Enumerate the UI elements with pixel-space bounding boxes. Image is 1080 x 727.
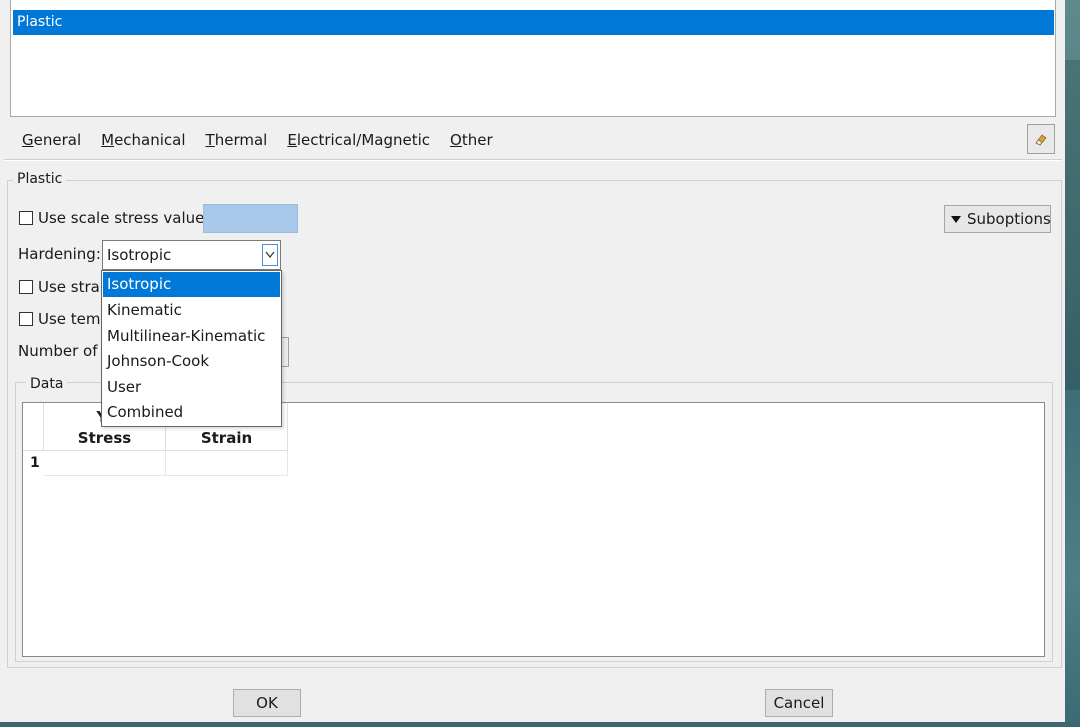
menu-general-rest: eneral xyxy=(33,131,82,149)
menu-other-accel: O xyxy=(450,131,462,149)
behavior-item-elastic[interactable]: Elastic xyxy=(13,0,1054,8)
hardening-option-kinematic[interactable]: Kinematic xyxy=(103,298,280,323)
plastic-group-label: Plastic xyxy=(13,171,67,187)
use-scale-stress-label: Use scale stress value: xyxy=(38,209,210,227)
row-number: 1 xyxy=(30,455,40,471)
use-strain-rate-checkbox[interactable] xyxy=(19,280,33,294)
material-behaviors-list[interactable]: Elastic Plastic xyxy=(10,0,1056,117)
material-dialog: Elastic Plastic General Mechanical Therm… xyxy=(0,0,1065,722)
material-menu-bar: General Mechanical Thermal Electrical/Ma… xyxy=(10,126,501,154)
use-strain-rate-label: Use strai xyxy=(38,278,105,296)
chevron-down-icon xyxy=(265,251,275,258)
menu-mechanical-rest: echanical xyxy=(114,131,186,149)
use-temperature-label: Use temp xyxy=(38,310,111,328)
menu-electrical-accel: E xyxy=(287,131,297,149)
desktop-background xyxy=(1065,0,1080,727)
hardening-option-isotropic[interactable]: Isotropic xyxy=(103,272,280,297)
menu-electrical-rest: lectrical/Magnetic xyxy=(296,131,431,149)
hardening-option-johnson-cook[interactable]: Johnson-Cook xyxy=(103,349,280,374)
suboptions-button[interactable]: Suboptions xyxy=(944,205,1051,233)
cancel-button[interactable]: Cancel xyxy=(765,689,833,717)
menu-electrical-magnetic[interactable]: Electrical/Magnetic xyxy=(287,131,430,149)
menu-thermal-accel: T xyxy=(205,131,215,149)
menu-thermal-rest: hermal xyxy=(214,131,268,149)
data-group-label: Data xyxy=(26,376,68,392)
triangle-down-icon xyxy=(951,215,961,223)
hardening-value: Isotropic xyxy=(107,246,172,264)
use-scale-stress-checkbox[interactable] xyxy=(19,211,33,225)
delete-behavior-button[interactable] xyxy=(1027,124,1055,154)
menu-other-rest: ther xyxy=(461,131,493,149)
ok-button[interactable]: OK xyxy=(233,689,301,717)
eraser-icon xyxy=(1035,134,1047,146)
behavior-item-plastic[interactable]: Plastic xyxy=(13,10,1054,35)
table-cell-stress[interactable] xyxy=(44,451,166,476)
hardening-dropdown-arrow[interactable] xyxy=(262,244,278,266)
hardening-option-multilinear-kinematic[interactable]: Multilinear-Kinematic xyxy=(103,324,280,349)
hardening-combobox[interactable]: Isotropic xyxy=(102,240,281,270)
number-of-field-variables-label: Number of xyxy=(18,342,98,360)
menu-general[interactable]: General xyxy=(22,131,81,149)
menu-mechanical[interactable]: Mechanical xyxy=(101,131,185,149)
table-cell-strain[interactable] xyxy=(166,451,288,476)
hardening-option-combined[interactable]: Combined xyxy=(103,400,280,425)
desktop-shade xyxy=(1065,60,1080,390)
hardening-option-user[interactable]: User xyxy=(103,375,280,400)
menu-mechanical-accel: M xyxy=(101,131,115,149)
menu-thermal[interactable]: Thermal xyxy=(206,131,268,149)
table-corner-header xyxy=(23,403,44,451)
hardening-dropdown-list[interactable]: Isotropic Kinematic Multilinear-Kinemati… xyxy=(101,270,282,427)
scale-stress-input[interactable] xyxy=(203,204,298,233)
header-stress-text: Stress xyxy=(77,429,132,447)
menu-general-accel: G xyxy=(22,131,34,149)
separator-highlight xyxy=(4,160,1062,161)
suboptions-label: Suboptions xyxy=(967,210,1051,228)
menu-other[interactable]: Other xyxy=(450,131,493,149)
window-bottom-edge xyxy=(0,722,1080,727)
hardening-label: Hardening: xyxy=(18,245,101,263)
use-temperature-checkbox[interactable] xyxy=(19,312,33,326)
data-table[interactable]: Yi Stress Strain 1 xyxy=(22,402,1045,657)
header-strain-text: Strain xyxy=(200,429,253,447)
